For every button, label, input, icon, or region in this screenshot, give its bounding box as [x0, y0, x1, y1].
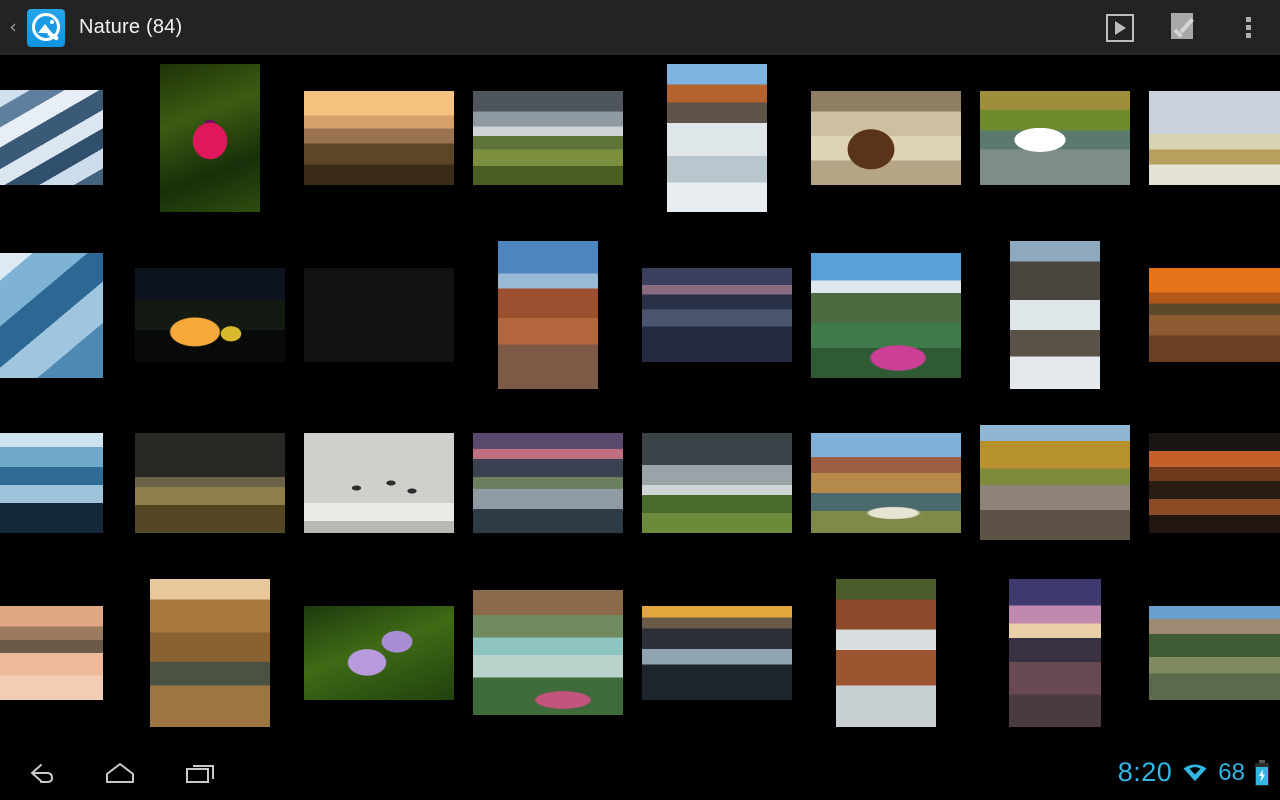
action-bar: ‹ Nature (84) [0, 0, 1280, 55]
slideshow-button[interactable] [1088, 0, 1152, 55]
photo-grid-cell [801, 405, 970, 560]
screen-root: ‹ Nature (84) 8:20 68 [0, 0, 1280, 800]
photo-grid-cell [294, 55, 463, 220]
thumb-storm-field[interactable] [472, 90, 623, 185]
photo-grid-row [0, 570, 1280, 735]
overflow-menu-icon [1245, 14, 1251, 41]
photo-grid-cell [632, 235, 801, 395]
photo-grid-cell [970, 405, 1139, 560]
slideshow-play-icon [1106, 13, 1134, 42]
nav-home-button[interactable] [80, 745, 160, 800]
thumb-twilight-lake[interactable] [1008, 578, 1101, 727]
photo-grid-cell [1139, 405, 1280, 560]
thumb-geese-snow[interactable] [303, 432, 454, 533]
photo-grid-cell [0, 405, 125, 560]
thumb-red-butte[interactable] [497, 241, 598, 389]
thumb-aerial-delta[interactable] [641, 605, 792, 700]
photo-grid-cell [0, 570, 125, 735]
back-arrow-icon [31, 763, 53, 783]
photo-grid-cell [1139, 55, 1280, 220]
battery-charging-icon [1255, 759, 1269, 786]
thumb-harebell[interactable] [303, 605, 454, 700]
nav-recents-button[interactable] [160, 745, 240, 800]
photo-grid-row [0, 405, 1280, 560]
thumb-hotspring-trees[interactable] [1148, 90, 1280, 185]
thumb-ice-river[interactable] [0, 90, 103, 185]
thumb-fuchsia-flower[interactable] [159, 63, 260, 212]
app-icon-sun [50, 19, 54, 24]
thumb-dusk-lake[interactable] [641, 268, 792, 362]
select-button[interactable] [1152, 0, 1216, 55]
photo-grid-cell [463, 570, 632, 735]
photo-grid-cell [463, 235, 632, 395]
photo-grid-cell [125, 570, 294, 735]
thumb-glacier-ice[interactable] [0, 432, 103, 533]
photo-grid[interactable] [0, 55, 1280, 745]
thumb-elk-sagebrush[interactable] [810, 90, 961, 185]
photo-grid-cell [0, 235, 125, 395]
thumb-fireweed-lake[interactable] [810, 252, 961, 378]
home-icon [106, 762, 134, 783]
photo-grid-cell [632, 570, 801, 735]
photo-grid-cell [294, 405, 463, 560]
app-icon-photo-glyph [37, 19, 55, 33]
thumb-cliff-waterfall[interactable] [666, 63, 767, 212]
photo-grid-cell [970, 235, 1139, 395]
photo-grid-cell [463, 405, 632, 560]
photo-grid-cell [801, 55, 970, 220]
photo-grid-cell [0, 55, 125, 220]
photo-grid-cell [294, 570, 463, 735]
photo-grid-cell [801, 235, 970, 395]
photo-grid-cell [970, 55, 1139, 220]
photo-grid-cell [125, 55, 294, 220]
page-title: Nature (84) [79, 16, 183, 38]
thumb-river-canyon[interactable] [149, 578, 270, 727]
thumb-misty-dunes[interactable] [303, 90, 454, 185]
thumb-storm-cell[interactable] [641, 432, 792, 533]
select-check-icon [1169, 12, 1199, 43]
recent-apps-icon [186, 764, 214, 783]
photo-grid-cell [294, 235, 463, 395]
nav-back-button[interactable] [0, 745, 80, 800]
photo-grid-cell [1139, 235, 1280, 395]
photo-grid-row [0, 235, 1280, 395]
thumb-prairie-storm[interactable] [134, 432, 285, 533]
thumb-red-rock-falls[interactable] [835, 578, 936, 727]
up-navigation-chevron-icon[interactable]: ‹ [2, 18, 24, 37]
gallery-app-icon[interactable] [27, 8, 65, 47]
photo-grid-cell [1139, 570, 1280, 735]
thumb-rock-cascade[interactable] [1009, 241, 1100, 389]
thumb-cotton-grass[interactable] [810, 432, 961, 533]
photo-grid-cell [632, 55, 801, 220]
photo-grid-row [0, 55, 1280, 220]
thumb-ice-cave[interactable] [0, 252, 103, 378]
photo-grid-cell [463, 55, 632, 220]
wifi-icon [1183, 764, 1207, 781]
overflow-menu-button[interactable] [1216, 0, 1280, 55]
photo-grid-cell [801, 570, 970, 735]
thumb-glacier-lake[interactable] [472, 590, 623, 715]
status-bar-cluster[interactable]: 8:20 68 [1118, 757, 1280, 788]
thumb-orange-sunset[interactable] [1148, 268, 1280, 362]
thumb-pink-lake[interactable] [0, 605, 103, 700]
thumb-alpine-reflection[interactable] [472, 432, 623, 533]
thumb-swan-marsh[interactable] [979, 90, 1130, 185]
status-clock: 8:20 [1117, 757, 1173, 787]
thumb-glowing-tent[interactable] [134, 268, 285, 362]
thumb-sunrise-coast[interactable] [303, 268, 454, 362]
thumb-autumn-boardwalk[interactable] [979, 425, 1130, 540]
thumb-lake-sunset-trees[interactable] [1148, 432, 1280, 533]
system-navigation-bar: 8:20 68 [0, 745, 1280, 800]
photo-grid-cell [125, 235, 294, 395]
thumb-mountain-forest[interactable] [1148, 605, 1280, 700]
photo-grid-cell [125, 405, 294, 560]
photo-grid-cell [970, 570, 1139, 735]
photo-grid-cell [632, 405, 801, 560]
battery-percentage: 68 [1218, 758, 1245, 786]
